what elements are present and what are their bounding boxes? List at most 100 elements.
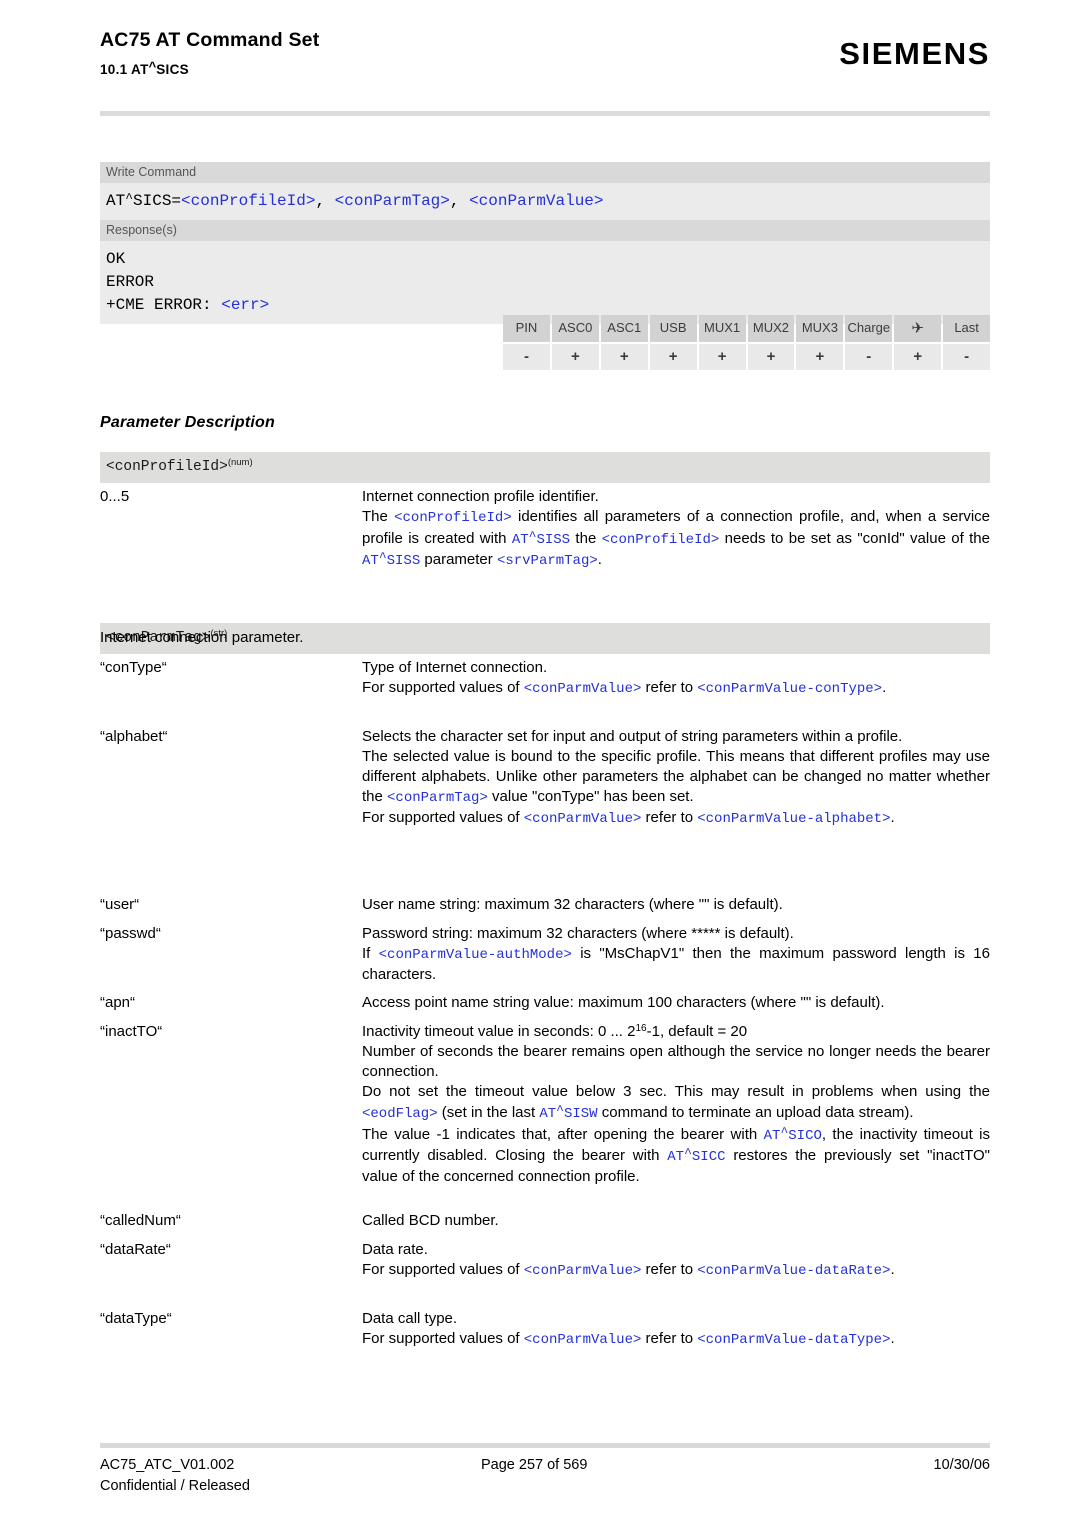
def-line: Number of seconds the bearer remains ope… bbox=[362, 1043, 990, 1081]
footer-row-primary: AC75_ATC_V01.002 Page 257 of 569 10/30/0… bbox=[100, 1455, 990, 1476]
write-command-syntax: AT^SICS=<conProfileId>, <conParmTag>, <c… bbox=[100, 182, 990, 221]
def-row-datarate: “dataRate“ Data rate. For supported valu… bbox=[100, 1240, 990, 1281]
footer-page-number: Page 257 of 569 bbox=[481, 1457, 588, 1473]
def-desc-contype: Type of Internet connection. For support… bbox=[362, 658, 990, 699]
command-prefix: AT bbox=[106, 191, 126, 210]
responses-label: Response(s) bbox=[100, 220, 990, 242]
support-value-mux1: + bbox=[698, 344, 746, 370]
support-value-airplane: + bbox=[894, 344, 942, 370]
def-line: For supported values of <conParmValue> r… bbox=[362, 1261, 895, 1280]
def-term-alphabet: “alphabet“ bbox=[100, 728, 168, 745]
def-term-datatype: “dataType“ bbox=[100, 1310, 172, 1327]
def-line: Password string: maximum 32 characters (… bbox=[362, 925, 794, 942]
support-header-mux1: MUX1 bbox=[698, 315, 746, 342]
command-arg-1: <conParmTag> bbox=[334, 191, 450, 210]
breadcrumb-post: SICS bbox=[156, 62, 189, 78]
def-term-passwd: “passwd“ bbox=[100, 925, 161, 942]
def-row-passwd: “passwd“ Password string: maximum 32 cha… bbox=[100, 924, 990, 985]
support-table-header-row: PIN ASC0 ASC1 USB MUX1 MUX2 MUX3 Charge … bbox=[503, 315, 991, 342]
def-row-apn: “apn“ Access point name string value: ma… bbox=[100, 993, 990, 1013]
def-row-alphabet: “alphabet“ Selects the character set for… bbox=[100, 727, 990, 828]
def-term-datarate: “dataRate“ bbox=[100, 1241, 171, 1258]
command-sep-1: , bbox=[449, 191, 470, 210]
def-line: Do not set the timeout value below 3 sec… bbox=[362, 1083, 990, 1123]
support-value-charge: - bbox=[845, 344, 893, 370]
def-desc-datarate: Data rate. For supported values of <conP… bbox=[362, 1240, 990, 1281]
def-line: For supported values of <conParmValue> r… bbox=[362, 1330, 895, 1349]
footer-date: 10/30/06 bbox=[933, 1457, 990, 1473]
support-header-asc1: ASC1 bbox=[600, 315, 648, 342]
def-desc-callednum: Called BCD number. bbox=[362, 1211, 990, 1231]
conparmtag-intro: Internet connection parameter. bbox=[100, 629, 304, 646]
response-error: ERROR bbox=[106, 272, 155, 291]
def-line: The <conProfileId> identifies all parame… bbox=[362, 508, 990, 570]
support-header-mux2: MUX2 bbox=[747, 315, 795, 342]
def-line: User name string: maximum 32 characters … bbox=[362, 896, 783, 913]
def-line: Called BCD number. bbox=[362, 1212, 499, 1229]
def-line: For supported values of <conParmValue> r… bbox=[362, 808, 895, 827]
def-row-user: “user“ User name string: maximum 32 char… bbox=[100, 895, 990, 915]
command-sep-0: , bbox=[315, 191, 335, 210]
def-desc-alphabet: Selects the character set for input and … bbox=[362, 727, 990, 828]
def-term-apn: “apn“ bbox=[100, 994, 136, 1011]
def-desc-apn: Access point name string value: maximum … bbox=[362, 993, 990, 1013]
def-desc-conprofileid: Internet connection profile identifier. … bbox=[362, 487, 990, 571]
footer-divider bbox=[100, 1443, 990, 1448]
def-desc-datatype: Data call type. For supported values of … bbox=[362, 1309, 990, 1350]
cme-err-param: <err> bbox=[221, 295, 270, 314]
cme-prefix: +CME ERROR: bbox=[106, 295, 222, 314]
command-caret: ^ bbox=[125, 190, 134, 206]
command-arg-2: <conParmValue> bbox=[469, 191, 604, 210]
def-row-datatype: “dataType“ Data call type. For supported… bbox=[100, 1309, 990, 1350]
def-line: Data call type. bbox=[362, 1310, 458, 1327]
interface-support-table: PIN ASC0 ASC1 USB MUX1 MUX2 MUX3 Charge … bbox=[503, 315, 991, 370]
def-term-range: 0...5 bbox=[100, 488, 130, 505]
support-table-value-row: - + + + + + + - + - bbox=[503, 344, 991, 370]
def-line: Access point name string value: maximum … bbox=[362, 994, 885, 1011]
def-desc-user: User name string: maximum 32 characters … bbox=[362, 895, 990, 915]
def-desc-inactto: Inactivity timeout value in seconds: 0 .… bbox=[362, 1022, 990, 1187]
def-line: The value -1 indicates that, after openi… bbox=[362, 1124, 990, 1186]
param-band-conprofileid: <conProfileId>(num) bbox=[100, 452, 990, 483]
support-value-pin: - bbox=[503, 344, 550, 370]
def-line: Internet connection profile identifier. bbox=[362, 488, 599, 505]
support-value-mux2: + bbox=[747, 344, 795, 370]
def-row-callednum: “calledNum“ Called BCD number. bbox=[100, 1211, 990, 1231]
command-arg-0: <conProfileId> bbox=[181, 191, 316, 210]
def-line: Inactivity timeout value in seconds: 0 .… bbox=[362, 1023, 748, 1040]
footer-row-secondary: Confidential / Released bbox=[100, 1476, 990, 1497]
def-term-contype: “conType“ bbox=[100, 659, 167, 676]
support-header-usb: USB bbox=[649, 315, 697, 342]
def-desc-passwd: Password string: maximum 32 characters (… bbox=[362, 924, 990, 985]
responses-list: OK ERROR +CME ERROR: <err> bbox=[100, 241, 990, 325]
breadcrumb-pre: 10.1 AT bbox=[100, 62, 149, 78]
footer-classification: Confidential / Released bbox=[100, 1478, 250, 1494]
support-value-asc1: + bbox=[600, 344, 648, 370]
page-footer: AC75_ATC_V01.002 Page 257 of 569 10/30/0… bbox=[100, 1455, 990, 1497]
response-ok: OK bbox=[106, 250, 126, 269]
def-row-conprofileid: 0...5 Internet connection profile identi… bbox=[100, 487, 990, 571]
support-header-charge: Charge bbox=[845, 315, 893, 342]
def-line: For supported values of <conParmValue> r… bbox=[362, 679, 887, 698]
support-header-asc0: ASC0 bbox=[551, 315, 599, 342]
support-header-last: Last bbox=[943, 315, 991, 342]
command-line: AT^SICS=<conProfileId>, <conParmTag>, <c… bbox=[106, 190, 984, 213]
support-value-last: - bbox=[943, 344, 991, 370]
def-row-contype: “conType“ Type of Internet connection. F… bbox=[100, 658, 990, 699]
support-value-usb: + bbox=[649, 344, 697, 370]
def-row-inactto: “inactTO“ Inactivity timeout value in se… bbox=[100, 1022, 990, 1187]
param-band-type: (num) bbox=[227, 457, 253, 468]
support-header-pin: PIN bbox=[503, 315, 550, 342]
def-term-callednum: “calledNum“ bbox=[100, 1212, 181, 1229]
support-header-mux3: MUX3 bbox=[796, 315, 844, 342]
param-band-name: <conProfileId> bbox=[106, 459, 228, 475]
airplane-icon: ✈ bbox=[894, 315, 942, 342]
write-command-label: Write Command bbox=[100, 162, 990, 183]
parameter-description-heading: Parameter Description bbox=[100, 414, 275, 431]
def-term-inactto: “inactTO“ bbox=[100, 1023, 163, 1040]
def-line: Data rate. bbox=[362, 1241, 428, 1258]
def-term-user: “user“ bbox=[100, 896, 140, 913]
def-line: If <conParmValue-authMode> is "MsChapV1"… bbox=[362, 945, 990, 983]
command-name: SICS= bbox=[133, 191, 182, 210]
response-cme-error: +CME ERROR: <err> bbox=[106, 294, 984, 317]
